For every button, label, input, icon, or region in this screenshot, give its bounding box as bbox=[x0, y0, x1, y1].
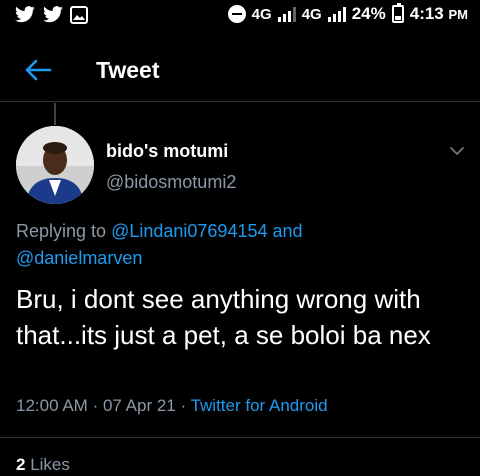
replying-to: Replying to @Lindani07694154 and @daniel… bbox=[16, 218, 456, 272]
author-display-name[interactable]: bido's motumi bbox=[106, 141, 228, 162]
page-title: Tweet bbox=[96, 57, 160, 83]
likes-number: 2 bbox=[16, 455, 26, 474]
top-app-bar: Tweet bbox=[0, 40, 480, 102]
chevron-down-icon[interactable] bbox=[448, 142, 466, 160]
signal-bars-icon bbox=[327, 6, 346, 22]
network-label-1: 4G bbox=[251, 5, 272, 23]
back-arrow-icon[interactable] bbox=[22, 56, 54, 84]
battery-icon bbox=[391, 3, 404, 23]
avatar[interactable] bbox=[16, 126, 94, 204]
avatar-image bbox=[16, 126, 94, 204]
likes-count[interactable]: 2 Likes bbox=[16, 455, 70, 475]
tweet-time: 12:00 AM bbox=[16, 396, 88, 415]
replying-and[interactable]: and bbox=[273, 221, 303, 241]
author-handle[interactable]: @bidosmotumi2 bbox=[106, 172, 236, 193]
status-time: 4:13 PM bbox=[410, 4, 468, 24]
image-icon bbox=[70, 6, 88, 24]
tweet-meta: 12:00 AM · 07 Apr 21 · Twitter for Andro… bbox=[16, 396, 328, 416]
battery-percent: 24% bbox=[351, 4, 386, 23]
divider bbox=[0, 437, 480, 438]
tweet-date: 07 Apr 21 bbox=[102, 396, 176, 415]
twitter-icon bbox=[15, 6, 35, 23]
meta-separator: · bbox=[180, 396, 187, 415]
tweet-source-link[interactable]: Twitter for Android bbox=[191, 396, 328, 415]
likes-label: Likes bbox=[30, 455, 70, 474]
mention-link[interactable]: @Lindani07694154 bbox=[111, 221, 267, 241]
twitter-icon bbox=[43, 6, 63, 23]
tweet-text: Bru, i dont see anything wrong with that… bbox=[16, 284, 431, 350]
signal-bars-icon bbox=[277, 6, 296, 22]
network-label-2: 4G bbox=[301, 5, 322, 23]
notification-icons bbox=[14, 6, 88, 24]
meta-separator: · bbox=[92, 396, 99, 415]
clock-time: 4:13 bbox=[409, 4, 444, 23]
replying-prefix: Replying to bbox=[16, 221, 107, 241]
status-bar: 4G 4G 24% 4:13 PM bbox=[0, 0, 480, 34]
mention-link[interactable]: @danielmarven bbox=[16, 248, 142, 268]
system-status: 4G 4G 24% 4:13 PM bbox=[227, 3, 468, 24]
do-not-disturb-icon bbox=[227, 5, 246, 23]
thread-connector-line bbox=[54, 103, 56, 125]
clock-suffix: PM bbox=[448, 7, 469, 22]
